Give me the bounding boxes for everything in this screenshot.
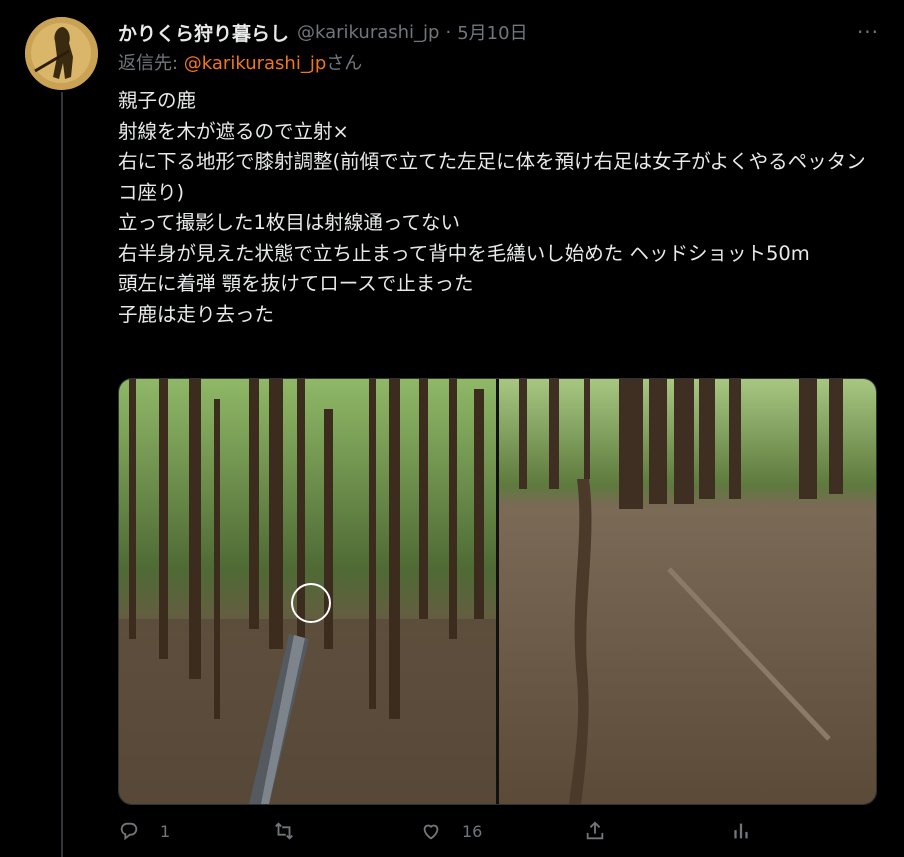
share-icon bbox=[586, 821, 604, 840]
tweet-text: 親子の鹿 射線を木が遮るので立射× 右に下る地形で膝射調整(前傾で立てた左足に体… bbox=[118, 89, 866, 326]
reply-icon bbox=[120, 822, 138, 841]
photo-2[interactable] bbox=[499, 379, 876, 804]
analytics-action[interactable] bbox=[730, 820, 752, 842]
tweet-content: かりくら狩り暮らし @karikurashi_jp · 5月10日 ··· 返信… bbox=[118, 16, 880, 330]
photo-1[interactable] bbox=[119, 379, 496, 804]
retweet-icon bbox=[275, 822, 293, 840]
avatar[interactable] bbox=[25, 17, 98, 90]
tweet-header: かりくら狩り暮らし @karikurashi_jp · 5月10日 bbox=[118, 16, 880, 48]
reply-mention-link[interactable]: @karikurashi_jp bbox=[184, 53, 326, 74]
analytics-icon bbox=[734, 823, 748, 839]
like-count: 16 bbox=[462, 821, 483, 841]
reply-action[interactable]: 1 bbox=[118, 820, 170, 842]
header-separator: · bbox=[445, 21, 452, 43]
author-handle[interactable]: @karikurashi_jp bbox=[297, 22, 439, 43]
like-action[interactable]: 16 bbox=[420, 820, 482, 842]
reply-suffix: さん bbox=[326, 53, 363, 74]
forest-photo-2 bbox=[499, 379, 876, 804]
share-action[interactable] bbox=[584, 820, 606, 842]
tweet-date[interactable]: 5月10日 bbox=[457, 19, 527, 45]
tweet-actions: 1 16 bbox=[118, 820, 878, 854]
reply-prefix: 返信先: bbox=[118, 53, 184, 74]
heart-icon bbox=[423, 824, 439, 840]
tweet-media bbox=[118, 378, 877, 805]
avatar-image bbox=[25, 17, 98, 90]
reply-count: 1 bbox=[160, 821, 171, 841]
more-options-icon[interactable]: ··· bbox=[848, 22, 888, 44]
retweet-action[interactable] bbox=[273, 820, 315, 842]
author-name[interactable]: かりくら狩り暮らし bbox=[118, 19, 289, 46]
reply-context: 返信先: @karikurashi_jpさん bbox=[118, 49, 880, 79]
thread-line bbox=[61, 92, 63, 857]
forest-photo-1 bbox=[119, 379, 496, 804]
